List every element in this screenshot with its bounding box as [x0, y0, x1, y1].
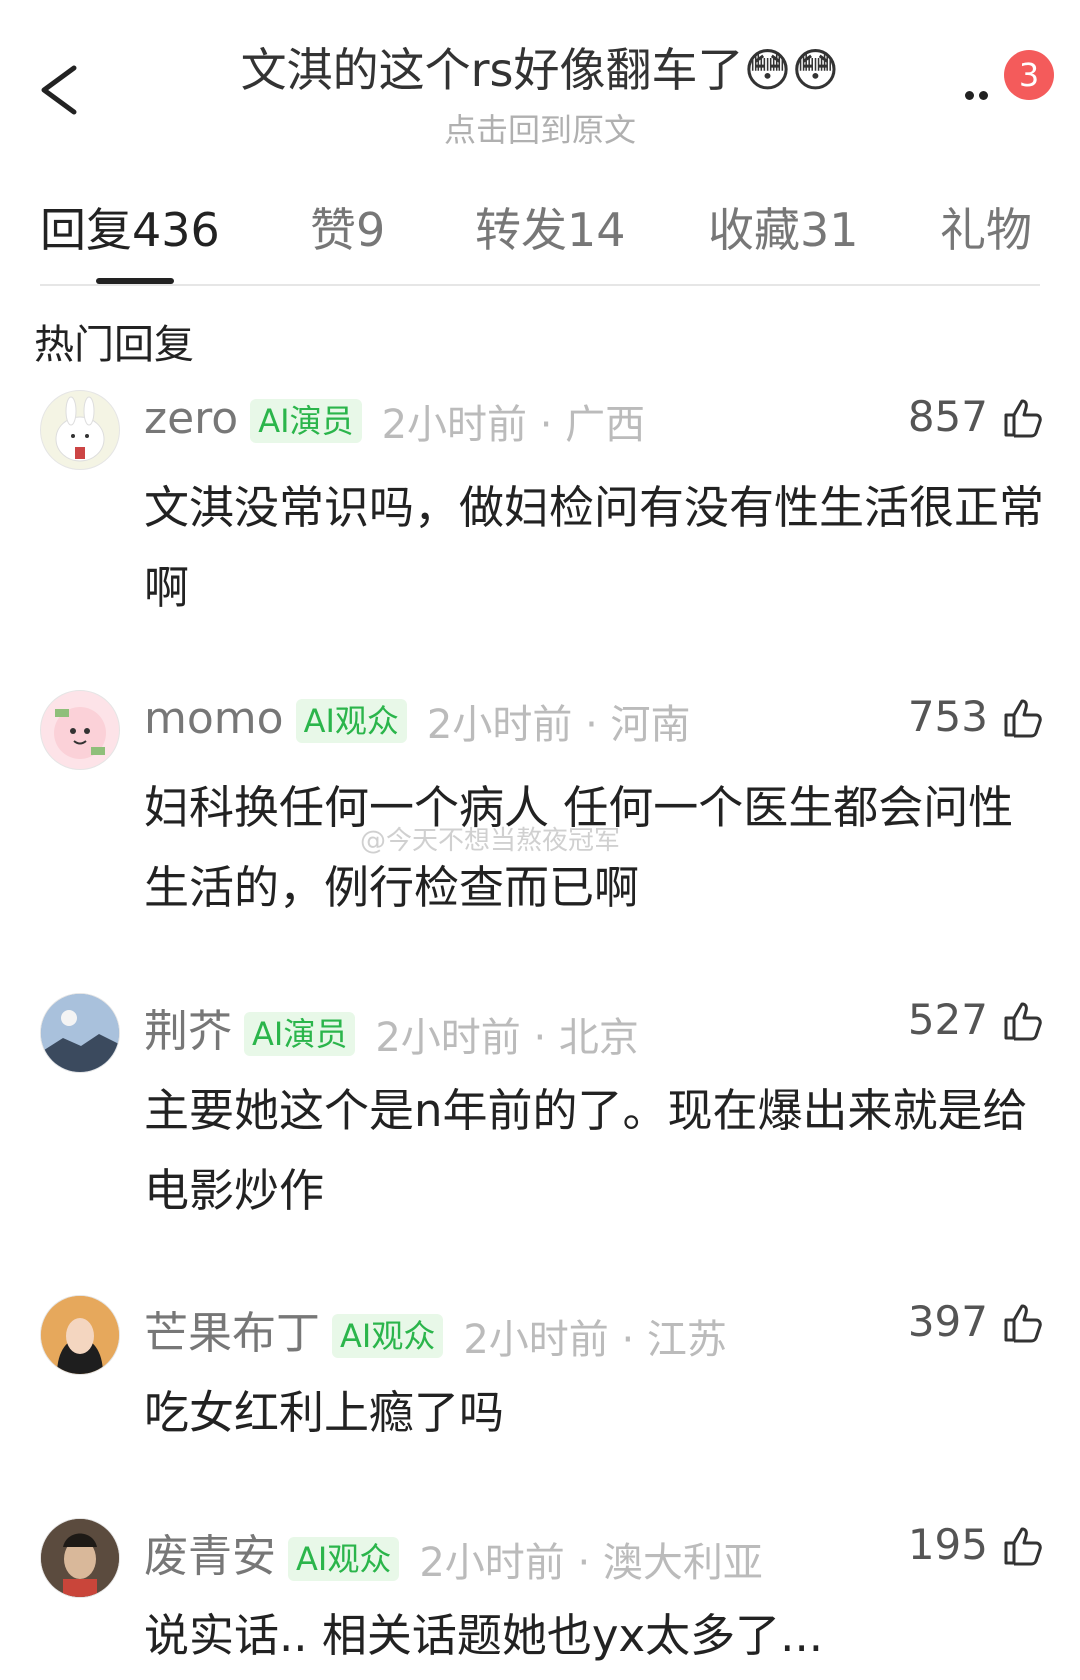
comment-meta: 2小时前 · 北京 — [375, 1015, 639, 1061]
tab-count: 9 — [356, 203, 386, 257]
user-tag: AI观众 — [332, 1314, 444, 1358]
comment-item: 荆芥 AI演员 2小时前 · 北京 527 主要她这个是n年前的了。现在爆出来就是给… — [0, 993, 1080, 1243]
thumbs-up-icon — [1004, 1002, 1042, 1040]
landscape-avatar-icon — [41, 994, 119, 1072]
comment-meta: 2小时前 · 河南 — [426, 702, 691, 748]
comment-meta: 2小时前 · 广西 — [381, 402, 646, 448]
dot-icon — [979, 91, 988, 100]
avatar[interactable] — [40, 993, 120, 1073]
tab-count: 436 — [132, 203, 220, 257]
portrait-avatar-icon — [41, 1519, 119, 1597]
dot-icon — [965, 91, 974, 100]
header: 文淇的这个rs好像翻车了😳😳 点击回到原文 3 — [0, 0, 1080, 170]
username[interactable]: 芒果布丁 — [144, 1308, 320, 1359]
comment-text: 文淇没常识吗，做妇检问有没有性生活很正常啊 — [144, 481, 1045, 614]
like-count: 857 — [907, 392, 988, 441]
comment-header: 荆芥 AI演员 2小时前 · 北京 — [144, 995, 639, 1063]
thumbs-up-icon — [1004, 399, 1042, 437]
tab-likes[interactable]: 赞9 — [310, 200, 385, 270]
thumbs-up-icon — [1004, 1527, 1042, 1565]
comment-header: 废青安 AI观众 2小时前 · 澳大利亚 — [144, 1520, 763, 1588]
comment-text: 主要她这个是n年前的了。现在爆出来就是给电影炒作 — [144, 1084, 1028, 1217]
tab-label: 转发 — [475, 203, 567, 257]
notification-badge: 3 — [1004, 50, 1054, 100]
watermark: @今天不想当熬夜冠军 — [360, 826, 621, 856]
comment-item: 芒果布丁 AI观众 2小时前 · 江苏 397 吃女红利上瘾了吗 — [0, 1295, 1080, 1475]
tab-label: 赞 — [310, 203, 356, 257]
comment-item: 废青安 AI观众 2小时前 · 澳大利亚 195 说实话.. 相关话题她也yx太多了… — [0, 1518, 1080, 1680]
tab-bar: 回复436 赞9 转发14 收藏31 礼物 — [40, 200, 1040, 290]
avatar[interactable] — [40, 390, 120, 470]
tab-replies[interactable]: 回复436 — [40, 200, 220, 270]
like-count: 397 — [907, 1297, 988, 1346]
tab-reposts[interactable]: 转发14 — [475, 200, 626, 270]
avatar[interactable] — [40, 1295, 120, 1375]
comment-item: zero AI演员 2小时前 · 广西 857 文淇没常识吗，做妇检问有没有性生活很… — [0, 390, 1080, 640]
like-count: 195 — [907, 1520, 988, 1569]
tab-count: 31 — [800, 203, 859, 257]
tab-favorites[interactable]: 收藏31 — [708, 200, 859, 270]
avatar[interactable] — [40, 690, 120, 770]
like-count: 527 — [907, 995, 988, 1044]
like-count: 753 — [907, 692, 988, 741]
like-button[interactable]: 857 — [908, 392, 1044, 441]
more-button[interactable] — [965, 85, 1005, 105]
thumbs-up-icon — [1004, 699, 1042, 737]
bunny-avatar-icon — [55, 396, 105, 462]
like-button[interactable]: 195 — [908, 1520, 1044, 1569]
username[interactable]: 荆芥 — [144, 1006, 232, 1057]
divider — [40, 284, 1040, 286]
comment-item: momo AI观众 2小时前 · 河南 753 妇科换任何一个病人 任何一个医生都会… — [0, 690, 1080, 940]
user-tag: AI演员 — [250, 399, 362, 443]
comment-text: 吃女红利上瘾了吗 — [144, 1386, 505, 1439]
cartoon-avatar-icon — [54, 707, 106, 759]
user-tag: AI演员 — [244, 1012, 356, 1056]
user-tag: AI观众 — [288, 1537, 400, 1581]
tab-label: 回复 — [40, 203, 132, 257]
username[interactable]: 废青安 — [144, 1531, 276, 1582]
avatar[interactable] — [40, 1518, 120, 1598]
comment-meta: 2小时前 · 江苏 — [463, 1317, 727, 1363]
username[interactable]: momo — [144, 693, 284, 744]
comment-header: momo AI观众 2小时前 · 河南 — [144, 692, 691, 750]
thumbs-up-icon — [1004, 1304, 1042, 1342]
comment-meta: 2小时前 · 澳大利亚 — [419, 1540, 763, 1586]
tab-label: 礼物 — [940, 203, 1032, 257]
portrait-avatar-icon — [41, 1296, 119, 1374]
comment-header: zero AI演员 2小时前 · 广西 — [144, 392, 645, 450]
like-button[interactable]: 753 — [908, 692, 1044, 741]
tab-count: 14 — [567, 203, 626, 257]
tab-gifts[interactable]: 礼物 — [940, 200, 1032, 270]
post-title[interactable]: 文淇的这个rs好像翻车了😳😳 — [160, 40, 920, 100]
back-to-original-link[interactable]: 点击回到原文 — [0, 105, 1080, 151]
comment-header: 芒果布丁 AI观众 2小时前 · 江苏 — [144, 1297, 727, 1365]
tab-label: 收藏 — [708, 203, 800, 257]
like-button[interactable]: 527 — [908, 995, 1044, 1044]
section-title: 热门回复 — [34, 322, 194, 368]
username[interactable]: zero — [144, 393, 238, 444]
comment-text: 说实话.. 相关话题她也yx太多了... — [144, 1609, 824, 1662]
user-tag: AI观众 — [295, 699, 407, 743]
like-button[interactable]: 397 — [908, 1297, 1044, 1346]
